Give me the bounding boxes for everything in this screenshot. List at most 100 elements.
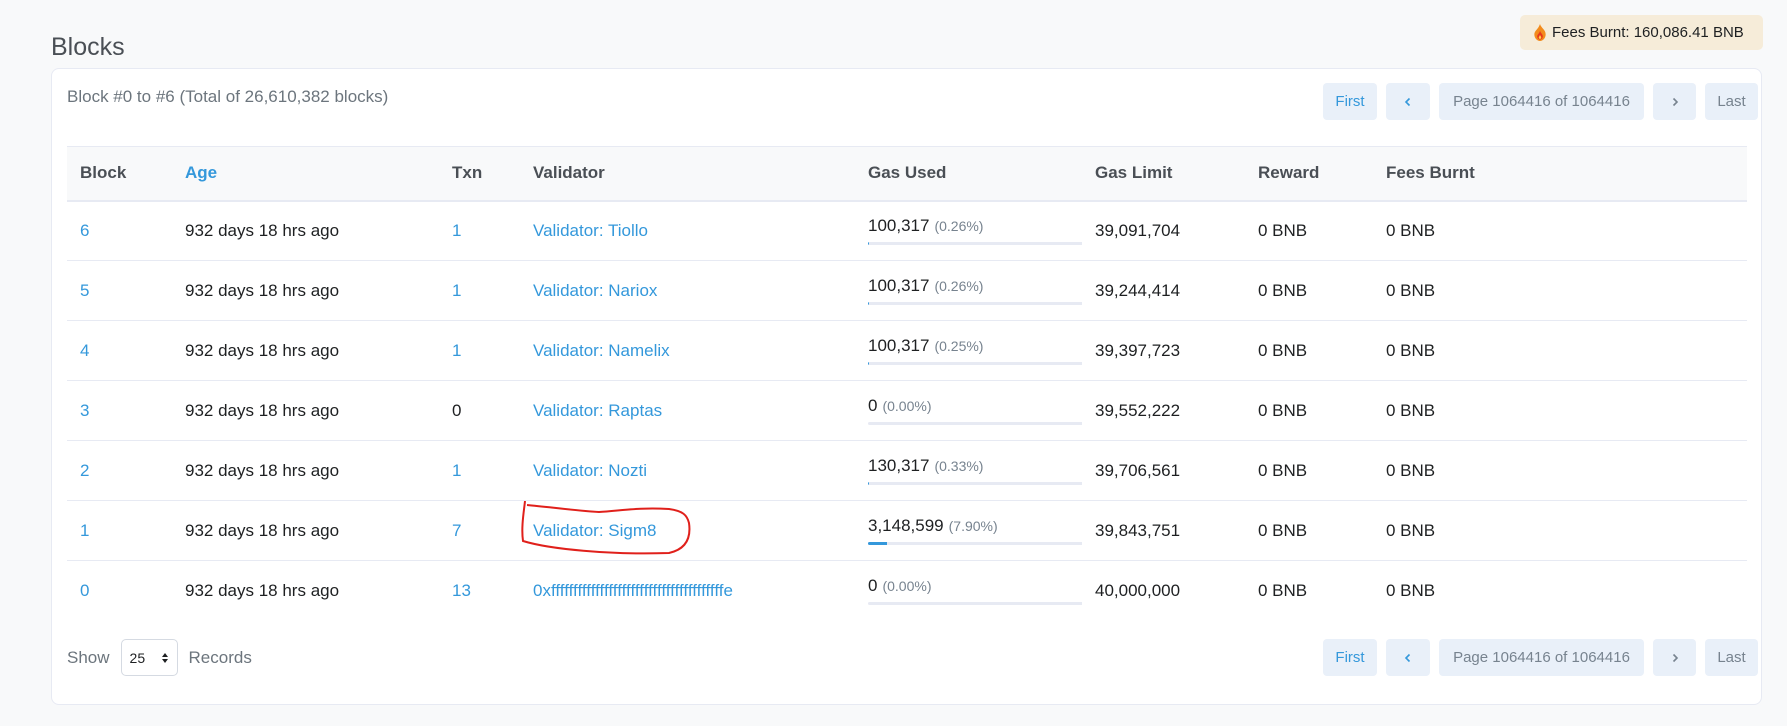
block-number-link[interactable]: 1 [80, 521, 89, 540]
gas-used-value: 130,317 [868, 456, 930, 475]
block-number-link[interactable]: 6 [80, 221, 89, 240]
fees-burnt-value: 0 BNB [1386, 580, 1436, 600]
validator-link[interactable]: Validator: Nozti [533, 461, 647, 480]
table-row: 0 932 days 18 hrs ago 13 0xffffffffffffffff… [67, 561, 1747, 621]
block-age: 932 days 18 hrs ago [185, 520, 340, 540]
validator-link[interactable]: 0xffffffffffffffffffffffffffffffffffffff… [533, 581, 733, 600]
fees-burnt-value: 0 BNB [1386, 400, 1436, 420]
chevron-left-icon [1404, 653, 1411, 662]
gas-used-value: 100,317 [868, 216, 930, 236]
column-header-age[interactable]: Age [172, 147, 439, 201]
show-label: Show [67, 647, 110, 667]
fees-burnt-label: Fees Burnt: 160,086.41 BNB [1552, 24, 1744, 41]
reward-value: 0 BNB [1258, 400, 1308, 420]
block-number-link[interactable]: 4 [80, 341, 89, 360]
txn-count: 0 [452, 400, 462, 420]
gas-limit-value: 39,843,751 [1095, 520, 1181, 540]
column-header-fees-burnt: Fees Burnt [1386, 163, 1475, 183]
validator-link[interactable]: Validator: Tiollo [533, 221, 648, 240]
block-age: 932 days 18 hrs ago [185, 460, 340, 480]
gas-used-bar [868, 422, 1082, 425]
gas-used-percent: (0.25%) [934, 338, 984, 354]
block-age: 932 days 18 hrs ago [185, 580, 340, 600]
block-number-link[interactable]: 3 [80, 401, 89, 420]
reward-value: 0 BNB [1258, 460, 1308, 480]
block-age: 932 days 18 hrs ago [185, 340, 340, 360]
table-header-row: Block Age Txn Validator Gas Used Gas Lim… [67, 146, 1747, 201]
txn-count[interactable]: 13 [452, 581, 471, 600]
reward-value: 0 BNB [1258, 340, 1308, 360]
txn-count[interactable]: 1 [452, 341, 461, 360]
block-number-link[interactable]: 0 [80, 581, 89, 600]
txn-count[interactable]: 7 [452, 521, 461, 540]
reward-value: 0 BNB [1258, 580, 1308, 600]
gas-used-bar [868, 362, 1082, 365]
pagination-top: First Page 1064416 of 1064416 Last [1323, 83, 1758, 120]
blocks-summary: Block #0 to #6 (Total of 26,610,382 bloc… [67, 87, 389, 106]
block-age: 932 days 18 hrs ago [185, 400, 340, 420]
records-label: Records [188, 647, 252, 667]
txn-count[interactable]: 1 [452, 281, 461, 300]
table-row: 6 932 days 18 hrs ago 1 Validator: Tiollo 10… [67, 201, 1747, 261]
gas-limit-value: 39,552,222 [1095, 400, 1181, 420]
validator-link[interactable]: Validator: Sigm8 [533, 521, 656, 540]
first-page-button[interactable]: First [1323, 639, 1377, 676]
gas-used-bar [868, 242, 1082, 246]
validator-link[interactable]: Validator: Nariox [533, 281, 657, 300]
prev-page-button[interactable] [1386, 83, 1430, 120]
gas-used-value: 0 [868, 396, 878, 415]
select-arrows-icon [161, 652, 168, 663]
next-page-button[interactable] [1653, 83, 1696, 120]
block-number-link[interactable]: 2 [80, 461, 89, 480]
gas-used-value: 100,317 [868, 276, 930, 295]
gas-used-percent: (0.33%) [934, 458, 984, 474]
table-row: 3 932 days 18 hrs ago 0 Validator: Raptas 0(… [67, 381, 1747, 441]
table-row: 2 932 days 18 hrs ago 1 Validator: Nozti 130… [67, 441, 1747, 501]
records-select[interactable]: 25 [120, 639, 178, 676]
gas-used-bar [868, 602, 1082, 606]
prev-page-button[interactable] [1386, 639, 1430, 676]
txn-count[interactable]: 1 [452, 461, 461, 480]
column-header-gas-limit: Gas Limit [1095, 163, 1173, 183]
column-header-gas-used: Gas Used [868, 163, 947, 183]
reward-value: 0 BNB [1258, 280, 1308, 300]
gas-used-bar-fill [868, 482, 869, 485]
gas-limit-value: 39,244,414 [1095, 280, 1181, 300]
gas-limit-value: 39,397,723 [1095, 340, 1181, 360]
gas-used-percent: (0.00%) [882, 398, 932, 414]
column-header-validator: Validator [533, 163, 605, 183]
first-page-button[interactable]: First [1323, 83, 1377, 120]
block-age: 932 days 18 hrs ago [185, 280, 340, 300]
page-info: Page 1064416 of 1064416 [1439, 83, 1644, 120]
gas-used-percent: (0.26%) [934, 278, 984, 294]
fees-burnt-badge: Fees Burnt: 160,086.41 BNB [1520, 15, 1763, 50]
column-header-block: Block [80, 163, 127, 183]
page-title: Blocks [51, 32, 125, 61]
gas-limit-value: 39,091,704 [1095, 220, 1181, 240]
block-age: 932 days 18 hrs ago [185, 220, 340, 240]
gas-used-value: 3,148,599 [868, 516, 944, 535]
gas-used-percent: (7.90%) [948, 518, 998, 534]
gas-used-value: 0 [868, 576, 878, 596]
fees-burnt-value: 0 BNB [1386, 520, 1436, 540]
gas-used-bar [868, 542, 1082, 545]
gas-used-bar [868, 302, 1082, 305]
fees-burnt-value: 0 BNB [1386, 460, 1436, 480]
table-row: 5 932 days 18 hrs ago 1 Validator: Nariox 10… [67, 261, 1747, 321]
gas-used-percent: (0.26%) [934, 218, 984, 235]
page-info: Page 1064416 of 1064416 [1439, 639, 1644, 676]
block-number-link[interactable]: 5 [80, 281, 89, 300]
fees-burnt-value: 0 BNB [1386, 220, 1436, 240]
last-page-button[interactable]: Last [1705, 83, 1758, 120]
gas-used-bar-fill [868, 362, 869, 365]
validator-link[interactable]: Validator: Raptas [533, 401, 662, 420]
pagination-bottom: First Page 1064416 of 1064416 Last [1323, 639, 1758, 676]
txn-count[interactable]: 1 [452, 221, 461, 240]
flame-icon [1534, 24, 1546, 41]
validator-link[interactable]: Validator: Namelix [533, 341, 670, 360]
next-page-button[interactable] [1653, 639, 1696, 676]
blocks-table: Block Age Txn Validator Gas Used Gas Lim… [67, 146, 1747, 621]
last-page-button[interactable]: Last [1705, 639, 1758, 676]
fees-burnt-value: 0 BNB [1386, 340, 1436, 360]
table-row: 4 932 days 18 hrs ago 1 Validator: Namelix 1… [67, 321, 1747, 381]
